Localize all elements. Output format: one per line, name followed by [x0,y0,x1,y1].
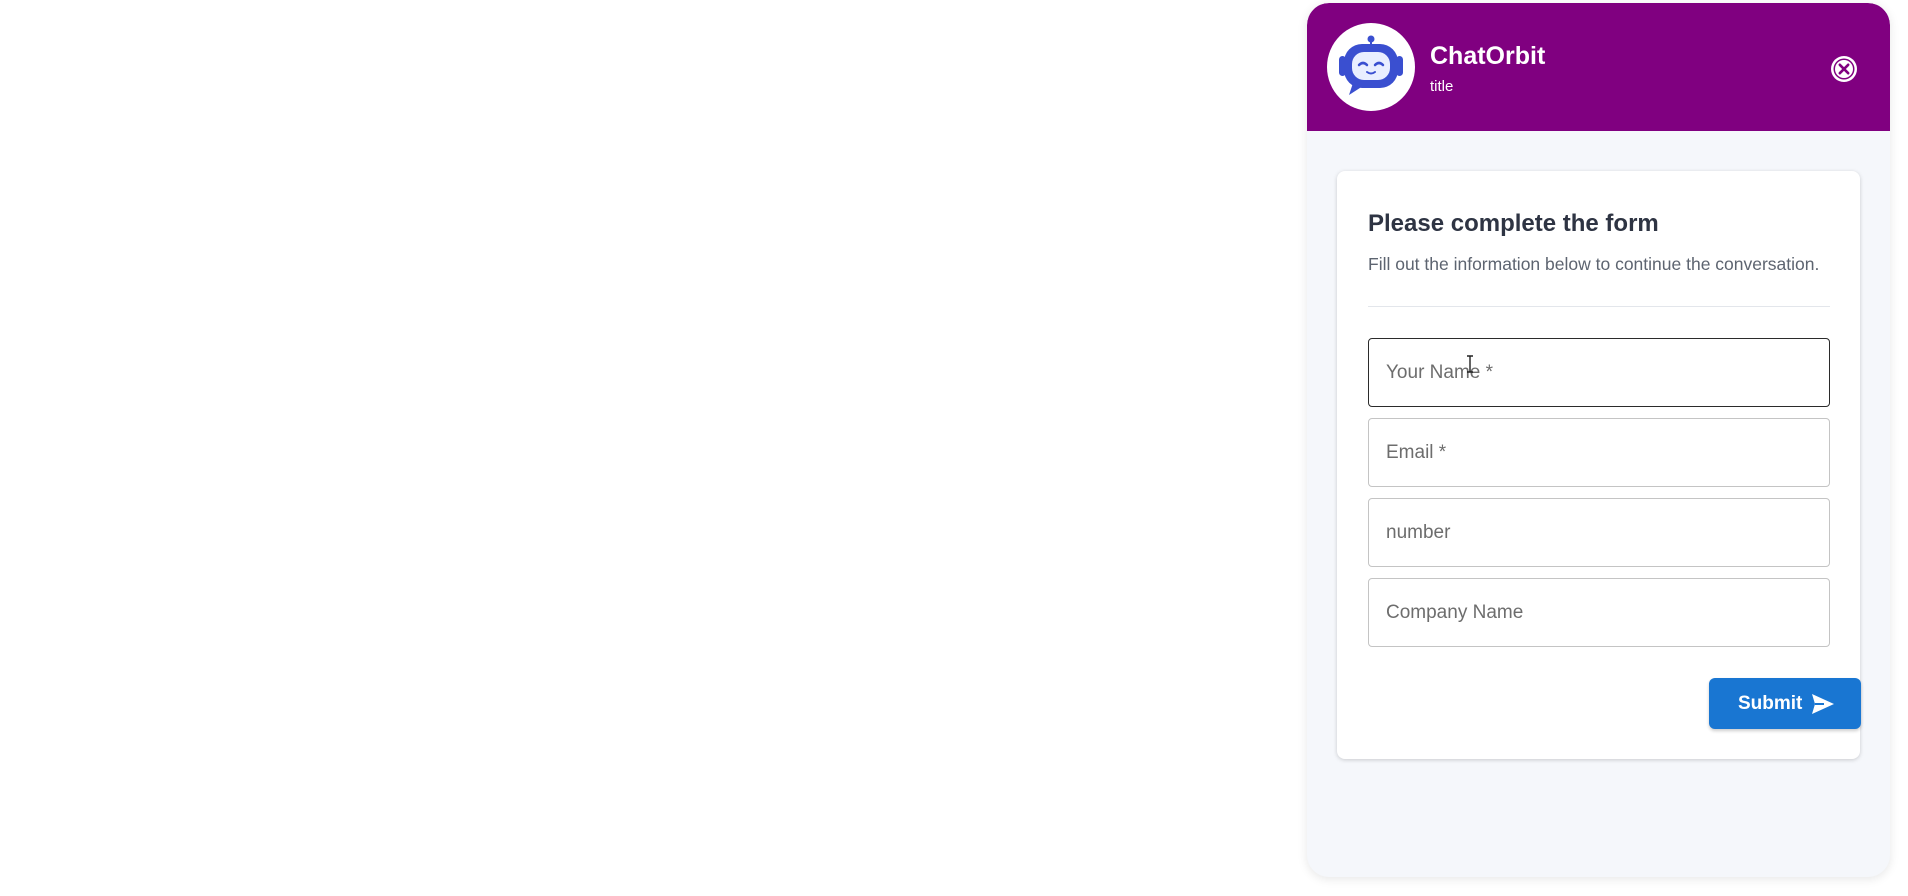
close-icon [1832,57,1856,81]
submit-label: Submit [1738,693,1803,714]
close-button[interactable] [1831,56,1857,82]
robot-icon [1339,35,1403,95]
header-subtitle: title [1430,78,1454,95]
company-name-input[interactable] [1368,578,1830,647]
lead-form-card: Please complete the form Fill out the in… [1337,171,1861,759]
form-title: Please complete the form [1368,210,1659,237]
page: ChatOrbit title Please complete the form… [0,0,1908,896]
submit-button[interactable]: Submit [1709,678,1861,729]
brand-name: ChatOrbit [1430,42,1546,70]
divider [1368,306,1830,307]
text-cursor-icon [1467,355,1473,373]
name-input[interactable] [1368,338,1830,407]
send-icon [1812,694,1834,714]
chat-header: ChatOrbit title [1307,3,1890,131]
chat-widget: ChatOrbit title Please complete the form… [1307,3,1890,877]
number-input[interactable] [1368,498,1830,567]
avatar [1327,23,1415,111]
email-input[interactable] [1368,418,1830,487]
form-description: Fill out the information below to contin… [1368,254,1820,274]
